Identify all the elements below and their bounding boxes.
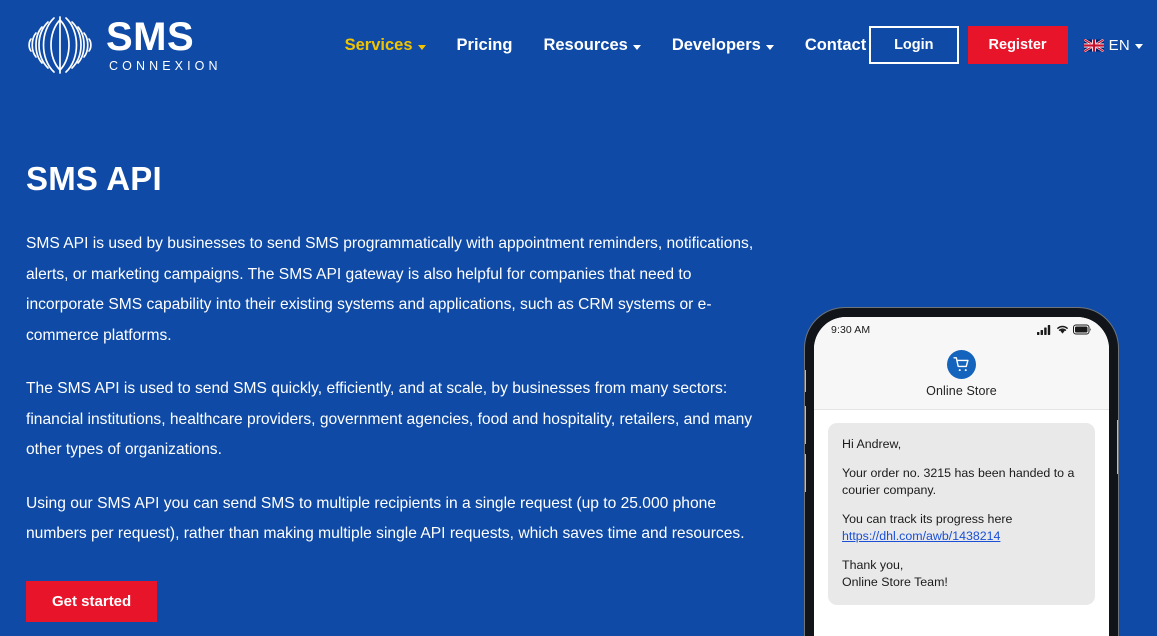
status-time: 9:30 AM	[831, 323, 871, 336]
get-started-button[interactable]: Get started	[26, 580, 158, 622]
nav-label-resources: Resources	[543, 35, 628, 54]
register-button[interactable]: Register	[967, 25, 1068, 65]
sms-waves-logo-icon	[28, 16, 92, 74]
status-icons	[1037, 324, 1092, 335]
nav-item-developers[interactable]: Developers	[672, 36, 774, 55]
chevron-down-icon	[417, 44, 426, 50]
cellular-signal-icon	[1037, 325, 1051, 335]
site-header: SMS CONNEXION Services Pricing Resources…	[0, 0, 1157, 90]
login-button[interactable]: Login	[869, 25, 959, 65]
hero-copy: SMS API SMS API is used by businesses to…	[26, 90, 786, 622]
message-body: Your order no. 3215 has been handed to a…	[842, 466, 1075, 497]
battery-icon	[1073, 324, 1091, 335]
message-signoff: Thank you, Online Store Team!	[842, 557, 1081, 591]
phone-volume-down-button[interactable]	[805, 454, 806, 492]
chevron-down-icon	[1135, 43, 1143, 49]
hero-visual: 9:30 AM Online Store Hi Andrew, Your ord…	[805, 308, 1120, 636]
message-signoff-line1: Thank you,	[842, 558, 904, 572]
message-signoff-line2: Online Store Team!	[842, 575, 948, 589]
message-tracking: You can track its progress here https://…	[842, 511, 1081, 545]
brand-sub: CONNEXION	[109, 58, 222, 73]
chat-area: Hi Andrew, Your order no. 3215 has been …	[814, 410, 1109, 636]
nav-label-contact: Contact	[804, 35, 867, 54]
phone-mockup: 9:30 AM Online Store Hi Andrew, Your ord…	[805, 308, 1118, 636]
hero-paragraph-1: SMS API is used by businesses to send SM…	[26, 235, 754, 344]
phone-power-button[interactable]	[1117, 420, 1118, 474]
header-actions: Login Register EN	[869, 25, 1143, 65]
nav-label-developers: Developers	[671, 35, 761, 54]
wifi-icon	[1057, 325, 1068, 334]
hero-paragraph-3: Using our SMS API you can send SMS to mu…	[26, 494, 745, 543]
nav-item-resources[interactable]: Resources	[543, 35, 641, 55]
phone-screen: 9:30 AM Online Store Hi Andrew, Your ord…	[814, 317, 1109, 636]
page-title: SMS API	[26, 160, 162, 197]
message-tracking-intro: You can track its progress here	[842, 512, 1013, 526]
nav-item-pricing[interactable]: Pricing	[457, 36, 513, 55]
chevron-down-icon	[765, 44, 774, 50]
tracking-link[interactable]: https://dhl.com/awb/1438214	[842, 529, 1000, 543]
nav-item-services[interactable]: Services	[345, 36, 426, 55]
hero-paragraph-2: The SMS API is used to send SMS quickly,…	[26, 380, 753, 458]
phone-volume-up-button[interactable]	[805, 406, 806, 444]
shopping-cart-icon	[947, 350, 976, 379]
uk-flag-icon	[1083, 38, 1104, 52]
nav-label-services: Services	[344, 35, 413, 54]
phone-mute-switch[interactable]	[805, 370, 806, 392]
message-greeting: Hi Andrew,	[842, 437, 902, 451]
brand-logo[interactable]: SMS CONNEXION	[26, 14, 222, 76]
chevron-down-icon	[632, 44, 641, 50]
app-name: Online Store	[926, 384, 997, 398]
app-header: Online Store	[814, 342, 1109, 410]
nav-label-pricing: Pricing	[456, 35, 513, 54]
brand-wordmark: SMS CONNEXION	[106, 14, 222, 73]
main-navigation: Services Pricing Resources Developers Co…	[345, 36, 867, 55]
language-code: EN	[1108, 36, 1130, 54]
phone-status-bar: 9:30 AM	[814, 317, 1109, 342]
message-bubble: Hi Andrew, Your order no. 3215 has been …	[828, 423, 1095, 605]
nav-item-contact[interactable]: Contact	[805, 36, 866, 55]
language-switcher[interactable]: EN	[1083, 36, 1143, 54]
hero-section: SMS API SMS API is used by businesses to…	[0, 90, 1157, 636]
brand-name: SMS	[106, 14, 195, 59]
